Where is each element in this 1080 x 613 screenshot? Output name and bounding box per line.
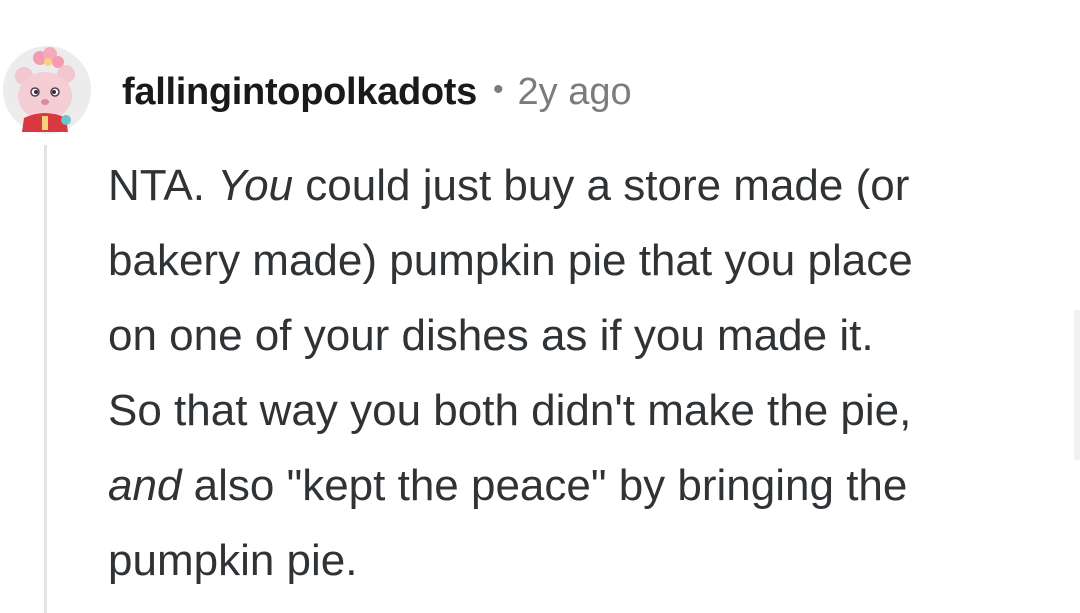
comment-header: fallingintopolkadots • 2y ago	[122, 66, 632, 118]
comment-line: and also "kept the peace" by bringing th…	[108, 461, 908, 510]
comment-line: pumpkin pie.	[108, 536, 358, 585]
comment-timestamp[interactable]: 2y ago	[518, 71, 632, 114]
comment: fallingintopolkadots • 2y ago NTA. You c…	[0, 0, 1080, 613]
scroll-edge	[1074, 310, 1080, 460]
comment-body: NTA. You could just buy a store made (or…	[108, 148, 1073, 598]
user-avatar-icon[interactable]	[2, 44, 92, 136]
thread-line[interactable]	[44, 145, 47, 613]
username-link[interactable]: fallingintopolkadots	[122, 71, 477, 114]
comment-line: NTA. You could just buy a store made (or	[108, 161, 910, 210]
comment-line: on one of your dishes as if you made it.	[108, 311, 874, 360]
comment-line: So that way you both didn't make the pie…	[108, 386, 912, 435]
comment-line: bakery made) pumpkin pie that you place	[108, 236, 913, 285]
meta-separator: •	[492, 73, 504, 106]
